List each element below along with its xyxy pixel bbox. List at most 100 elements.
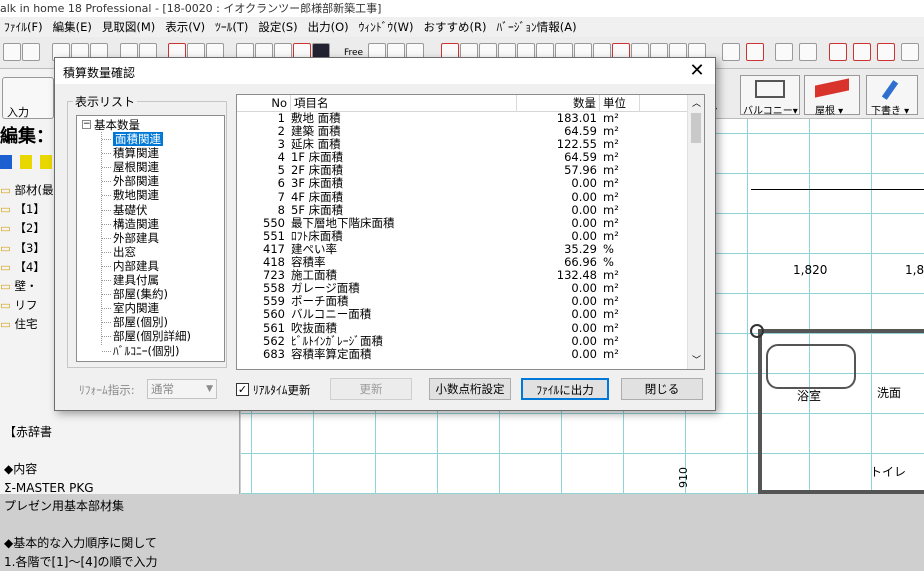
realtime-label: ﾘｱﾙﾀｲﾑ更新 — [253, 382, 311, 398]
cell-unit: m² — [603, 217, 619, 230]
col-qty[interactable]: 数量 — [517, 95, 600, 112]
red-lines3-icon[interactable] — [877, 43, 895, 61]
tree-connector — [102, 238, 111, 239]
export-file-button[interactable]: ﾌｧｲﾙに出力 — [521, 378, 609, 400]
tree-connector — [102, 224, 111, 225]
quantity-list[interactable]: No 項目名 数量 単位 1敷地 面積183.01m²2建築 面積64.59m²… — [236, 94, 705, 370]
tree-connector — [102, 139, 111, 140]
tree-item[interactable]: ﾊﾞﾙｺﾆｰ(個別) — [113, 344, 179, 358]
notes-text: 【赤辞書◆内容Σ-MASTER PKGプレゼン用基本部材集◆基本的な入力順序に関… — [4, 423, 157, 571]
angle-icon[interactable] — [722, 43, 740, 61]
tree-item[interactable]: 敷地関連 — [113, 188, 159, 202]
menu-item[interactable]: ﾂｰﾙ(T) — [211, 17, 254, 37]
bathtub — [766, 344, 856, 389]
parts-tree-item[interactable]: ▭ 住宅 — [0, 315, 56, 331]
parts-tree-item[interactable]: ▭ 【2】 — [0, 219, 56, 238]
parts-tree-label: 部材(最 — [15, 183, 54, 197]
vertical-scrollbar[interactable]: ︿ ﹀ — [687, 95, 704, 369]
red-lines2-icon[interactable] — [853, 43, 871, 61]
tree-item[interactable]: 室内関連 — [113, 301, 159, 315]
decimal-setting-button[interactable]: 小数点桁設定 — [429, 378, 511, 400]
hatch-icon[interactable] — [746, 43, 764, 61]
table-row[interactable]: 85F 床面積0.00m² — [237, 204, 687, 217]
collapse-icon[interactable]: − — [82, 120, 91, 129]
draw-tool[interactable]: 下書き ▾ — [866, 75, 918, 115]
input-button-label: 入力 — [7, 104, 29, 120]
realtime-checkbox[interactable]: ✓ — [236, 383, 249, 396]
parts-tree-item[interactable]: ▭ 部材(最 — [0, 181, 56, 200]
table-row[interactable]: 74F 床面積0.00m² — [237, 191, 687, 204]
frame-icon[interactable] — [799, 43, 817, 61]
tree-item[interactable]: 外部関連 — [113, 174, 159, 188]
tree-item[interactable]: 積算関連 — [113, 146, 159, 160]
scroll-thumb[interactable] — [691, 113, 701, 143]
tree-item[interactable]: 内部建具 — [113, 259, 159, 273]
table-row[interactable]: 550最下層地下階床面積0.00m² — [237, 217, 687, 230]
parts-tree-item[interactable]: ▭ 【4】 — [0, 258, 56, 277]
scroll-up-icon[interactable]: ︿ — [692, 96, 701, 109]
open-icon[interactable] — [3, 43, 21, 61]
roof-tool[interactable]: 屋根 ▾ — [804, 75, 860, 115]
tree-connector — [102, 322, 111, 323]
input-button[interactable]: 入力 — [2, 77, 54, 119]
tree-item[interactable]: 部屋(個別詳細) — [113, 329, 191, 343]
cell-unit: m² — [603, 191, 619, 204]
tree-item[interactable]: 外部建具 — [113, 231, 159, 245]
tree-root[interactable]: 基本数量 — [94, 118, 140, 132]
table-row[interactable]: 562ﾋﾞﾙﾄｲﾝｶﾞﾚｰｼﾞ面積0.00m² — [237, 335, 687, 348]
copy-shape-icon[interactable] — [775, 43, 793, 61]
table-row[interactable]: 561吹抜面積0.00m² — [237, 322, 687, 335]
close-icon[interactable]: ✕ — [685, 60, 709, 82]
menu-item[interactable]: 表示(V) — [161, 17, 211, 37]
close-button[interactable]: 閉じる — [621, 378, 703, 400]
parts-tree-label: 壁・ — [15, 279, 38, 293]
parts-tree-item[interactable]: ▭ リフ — [0, 296, 56, 315]
folder-icon: ▭ — [0, 298, 15, 312]
menu-item[interactable]: 出力(O) — [304, 17, 355, 37]
tree-connector — [102, 280, 111, 281]
col-name[interactable]: 項目名 — [291, 95, 517, 112]
menu-item[interactable]: ﾊﾞｰｼﾞｮﾝ情報(A) — [492, 17, 582, 37]
tree-item[interactable]: 基礎伏 — [113, 203, 148, 217]
table-row[interactable]: 683容積率算定面積0.00m² — [237, 348, 687, 361]
parts-tree-item[interactable]: ▭ 【1】 — [0, 200, 56, 219]
table-row[interactable]: 551ﾛﾌﾄ床面積0.00m² — [237, 230, 687, 243]
col-no[interactable]: No — [237, 95, 291, 112]
cell-qty: 0.00 — [517, 204, 597, 217]
balcony-tool[interactable]: バルコニー▾ — [740, 75, 800, 115]
grid-icon[interactable] — [901, 43, 919, 61]
table-row[interactable]: ...... — [237, 361, 687, 370]
tree-item[interactable]: 構造関連 — [113, 217, 159, 231]
tree-item[interactable]: 部屋(個別) — [113, 315, 168, 329]
dialog-titlebar: 積算数量確認 ✕ — [55, 58, 715, 84]
menu-item[interactable]: 見取図(M) — [98, 17, 161, 37]
room-bath-label: 浴室 — [797, 387, 821, 404]
menu-item[interactable]: ﾌｧｲﾙ(F) — [0, 17, 49, 37]
tree-item[interactable]: 部屋(集約) — [113, 287, 168, 301]
reform-select[interactable]: 通常 ▼ — [147, 379, 217, 399]
col-unit[interactable]: 単位 — [600, 95, 640, 112]
parts-tree-item[interactable]: ▭ 【3】 — [0, 239, 56, 258]
menu-item[interactable]: おすすめ(R) — [420, 17, 493, 37]
chevron-down-icon: ▼ — [206, 380, 213, 398]
tree-item[interactable]: 面積関連 — [113, 132, 163, 146]
parts-tree-item[interactable]: ▭ 壁・ — [0, 277, 56, 296]
cell-name: 4F 床面積 — [291, 191, 343, 204]
table-row[interactable]: 560バルコニー面積0.00m² — [237, 308, 687, 321]
red-lines-icon[interactable] — [829, 43, 847, 61]
update-button[interactable]: 更新 — [330, 378, 412, 400]
parts-tree-label: 【4】 — [15, 260, 45, 274]
reform-select-value: 通常 — [151, 382, 174, 396]
save-icon[interactable] — [22, 43, 40, 61]
cell-name: バルコニー面積 — [291, 308, 371, 321]
table-row[interactable]: 63F 床面積0.00m² — [237, 177, 687, 190]
menu-item[interactable]: 編集(E) — [49, 17, 98, 37]
menu-item[interactable]: ｳｨﾝﾄﾞｳ(W) — [355, 17, 420, 37]
tree-item[interactable]: 屋根関連 — [113, 160, 159, 174]
category-tree[interactable]: − 基本数量 面積関連積算関連屋根関連外部関連敷地関連基礎伏構造関連外部建具出窓… — [76, 115, 225, 362]
menu-item[interactable]: 設定(S) — [254, 17, 303, 37]
tree-item[interactable]: 建具付属 — [113, 273, 159, 287]
scroll-down-icon[interactable]: ﹀ — [692, 353, 701, 366]
tree-item[interactable]: 出窓 — [113, 245, 136, 259]
column-marker — [750, 324, 764, 338]
